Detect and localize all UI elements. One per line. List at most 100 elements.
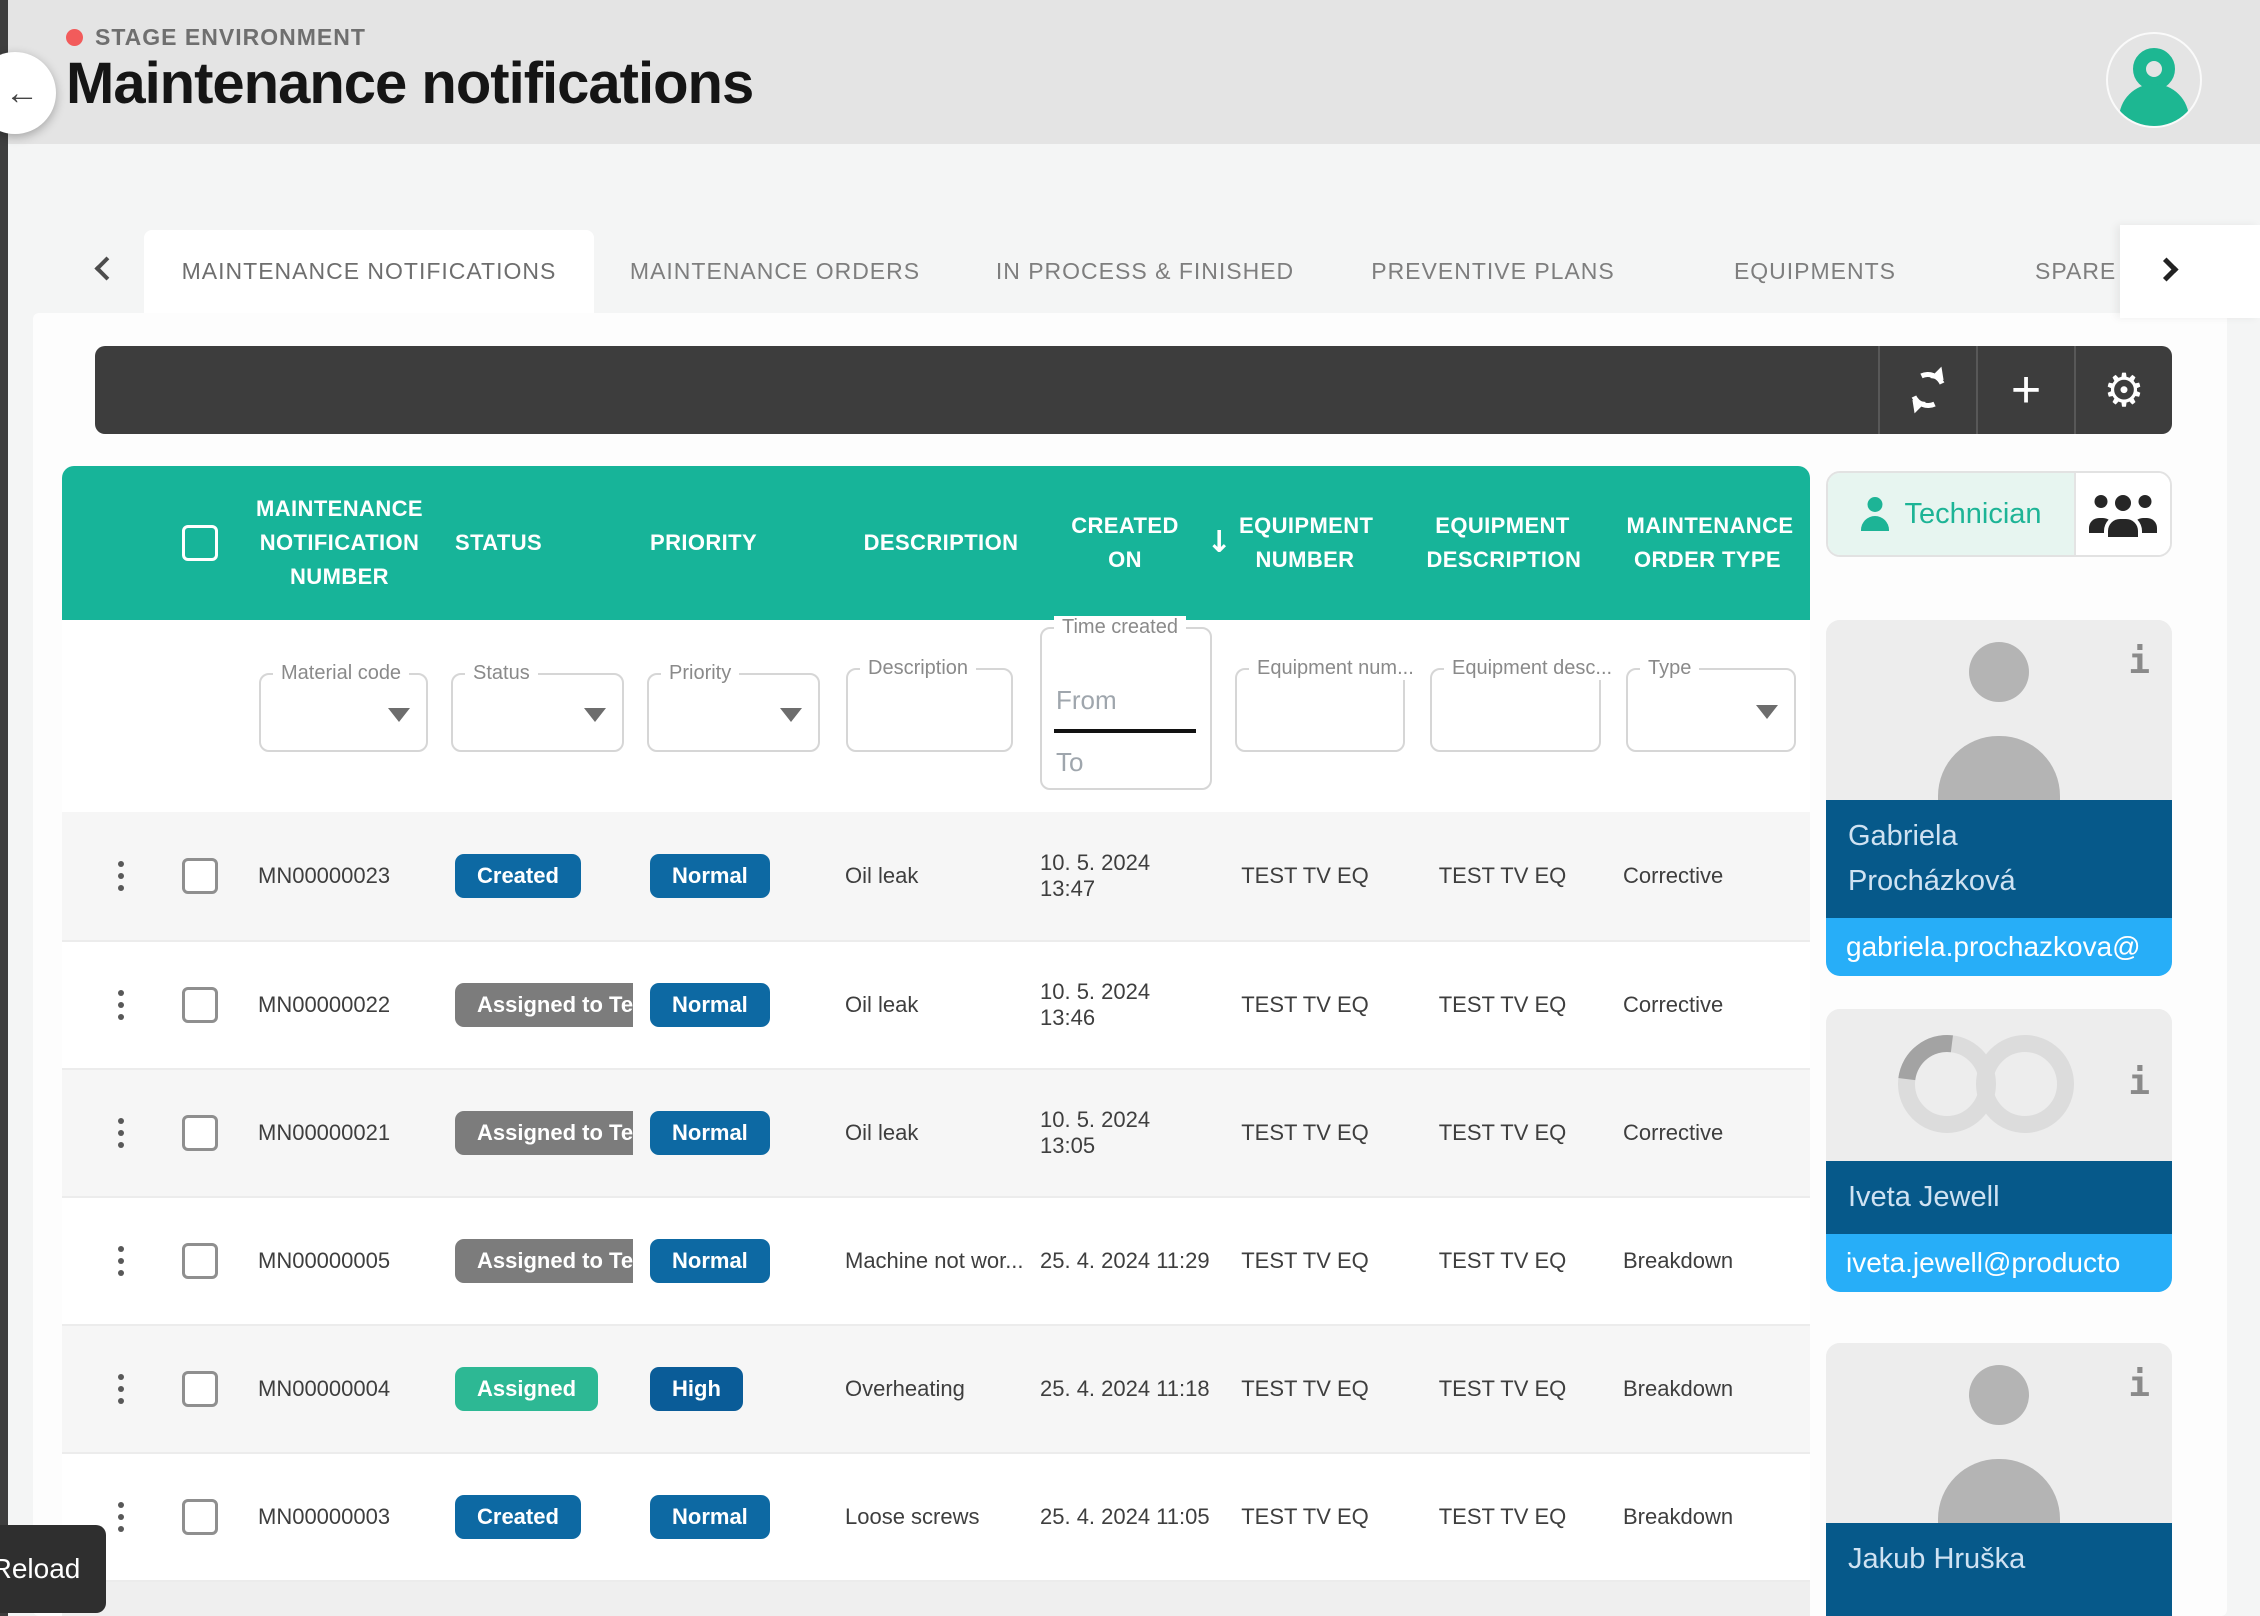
row-checkbox[interactable] [182,987,218,1023]
description-cell: Machine not wor... [842,1198,1040,1324]
tab-preventive-plans[interactable]: PREVENTIVE PLANS [1363,230,1623,313]
status-badge: Assigned to Te [455,983,633,1027]
created-on-cell: 10. 5. 2024 13:46 [1040,942,1210,1068]
order-type-cell: Breakdown [1605,1454,1810,1580]
table-body: MN00000023 Created Normal Oil leak 10. 5… [62,812,1810,1616]
technician-person-icon [1860,497,1890,531]
refresh-icon [1910,372,1946,408]
chevron-right-icon [2154,257,2178,281]
refresh-button[interactable] [1878,346,1976,434]
row-checkbox[interactable] [182,1499,218,1535]
table-row-partial[interactable] [62,1580,1810,1616]
gear-icon: ⚙ [2103,367,2144,413]
notification-number: MN00000023 [242,812,437,940]
technician-card[interactable]: i Iveta Jewell iveta.jewell@producto [1826,1009,2172,1292]
technician-card[interactable]: i Jakub Hruška [1826,1343,2172,1616]
column-header-priority[interactable]: PRIORITY [650,526,757,560]
priority-badge: High [650,1367,743,1411]
settings-button[interactable]: ⚙ [2074,346,2172,434]
dropdown-caret-icon [584,708,606,722]
select-all-checkbox[interactable] [182,525,218,561]
tab-spare-parts[interactable]: SPARE [2035,230,2125,313]
created-on-cell: 25. 4. 2024 11:05 [1040,1454,1210,1580]
order-type-cell: Breakdown [1605,1326,1810,1452]
technician-avatar: i [1826,620,2172,800]
filter-equipment-description-input[interactable]: Equipment desc... [1430,668,1601,752]
info-icon[interactable]: i [2128,1367,2150,1403]
page-title: Maintenance notifications [66,50,753,117]
row-menu-kebab-icon[interactable] [112,1368,130,1410]
table-row[interactable]: MN00000004 Assigned High Overheating 25.… [62,1324,1810,1452]
notification-number: MN00000004 [242,1326,437,1452]
priority-badge: Normal [650,1495,770,1539]
priority-badge: Normal [650,983,770,1027]
add-notification-button[interactable]: + [1976,346,2074,434]
toggle-technician-segment[interactable]: Technician [1828,473,2074,555]
tab-maintenance-orders[interactable]: MAINTENANCE ORDERS [634,230,916,313]
row-menu-kebab-icon[interactable] [112,855,130,897]
person-avatar-icon [1969,1365,2029,1425]
filter-material-code[interactable]: Material code [259,673,428,752]
column-header-notification-number[interactable]: MAINTENANCE NOTIFICATION NUMBER [255,492,425,594]
tab-maintenance-notifications[interactable]: MAINTENANCE NOTIFICATIONS [144,230,594,313]
plus-icon: + [2011,364,2041,416]
page-header: STAGE ENVIRONMENT Maintenance notificati… [0,0,2260,144]
tabs-scroll-right-button[interactable] [2158,261,2175,283]
toggle-team-segment[interactable] [2074,473,2170,555]
person-avatar-icon [1969,642,2029,702]
filter-priority[interactable]: Priority [647,673,820,752]
table-row[interactable]: MN00000005 Assigned to Te Normal Machine… [62,1196,1810,1324]
user-profile-button[interactable] [2106,32,2202,128]
dropdown-caret-icon [1756,705,1778,719]
filter-description-input[interactable]: Description [846,668,1013,752]
description-cell: Overheating [842,1326,1040,1452]
row-checkbox[interactable] [182,858,218,894]
row-checkbox[interactable] [182,1115,218,1151]
table-row[interactable]: MN00000021 Assigned to Te Normal Oil lea… [62,1068,1810,1196]
filter-equipment-number-input[interactable]: Equipment num... [1235,668,1405,752]
tab-equipments[interactable]: EQUIPMENTS [1715,230,1915,313]
order-type-cell: Corrective [1605,812,1810,940]
technician-email: iveta.jewell@producto [1826,1234,2172,1292]
technician-card[interactable]: i Gabriela Procházková gabriela.prochazk… [1826,620,2172,976]
row-menu-kebab-icon[interactable] [112,1112,130,1154]
time-created-to-input[interactable] [1056,747,1196,778]
reload-button[interactable]: Reload [0,1525,106,1613]
tabs-scroll-left-button[interactable] [98,260,115,282]
dropdown-caret-icon [388,708,410,722]
filter-type[interactable]: Type [1626,668,1796,752]
filter-status[interactable]: Status [451,673,624,752]
description-cell: Oil leak [842,942,1040,1068]
time-created-from-input[interactable] [1056,685,1196,716]
column-header-description[interactable]: DESCRIPTION [864,526,1019,560]
assignee-view-toggle: Technician [1826,471,2172,557]
tab-in-process-finished[interactable]: IN PROCESS & FINISHED [995,230,1295,313]
table-row[interactable]: MN00000003 Created Normal Loose screws 2… [62,1452,1810,1580]
created-on-cell: 10. 5. 2024 13:05 [1040,1070,1210,1196]
row-checkbox[interactable] [182,1371,218,1407]
filter-time-created[interactable]: Time created [1040,627,1212,790]
column-header-equipment-description[interactable]: EQUIPMENT DESCRIPTION [1427,509,1579,577]
row-menu-kebab-icon[interactable] [112,1496,130,1538]
column-header-order-type[interactable]: MAINTENANCE ORDER TYPE [1627,509,1789,577]
column-header-created-on[interactable]: CREATED ON [1069,509,1181,577]
info-icon[interactable]: i [2128,1065,2150,1101]
notification-number: MN00000021 [242,1070,437,1196]
chevron-left-icon [94,256,118,280]
equipment-number-cell: TEST TV EQ [1210,1070,1400,1196]
info-icon[interactable]: i [2128,644,2150,680]
back-arrow-icon: ← [5,74,39,113]
technician-avatar: i [1826,1009,2172,1161]
priority-badge: Normal [650,1111,770,1155]
table-row[interactable]: MN00000023 Created Normal Oil leak 10. 5… [62,812,1810,940]
table-row[interactable]: MN00000022 Assigned to Te Normal Oil lea… [62,940,1810,1068]
column-header-equipment-number[interactable]: EQUIPMENT NUMBER [1239,509,1371,577]
filter-row: Material code Status Priority Descriptio… [62,620,1810,812]
column-header-status[interactable]: STATUS [455,526,542,560]
tab-bar: MAINTENANCE NOTIFICATIONS MAINTENANCE OR… [0,230,2260,313]
row-checkbox[interactable] [182,1243,218,1279]
row-menu-kebab-icon[interactable] [112,1240,130,1282]
row-menu-kebab-icon[interactable] [112,984,130,1026]
status-badge: Assigned [455,1367,598,1411]
equipment-description-cell: TEST TV EQ [1400,1454,1605,1580]
